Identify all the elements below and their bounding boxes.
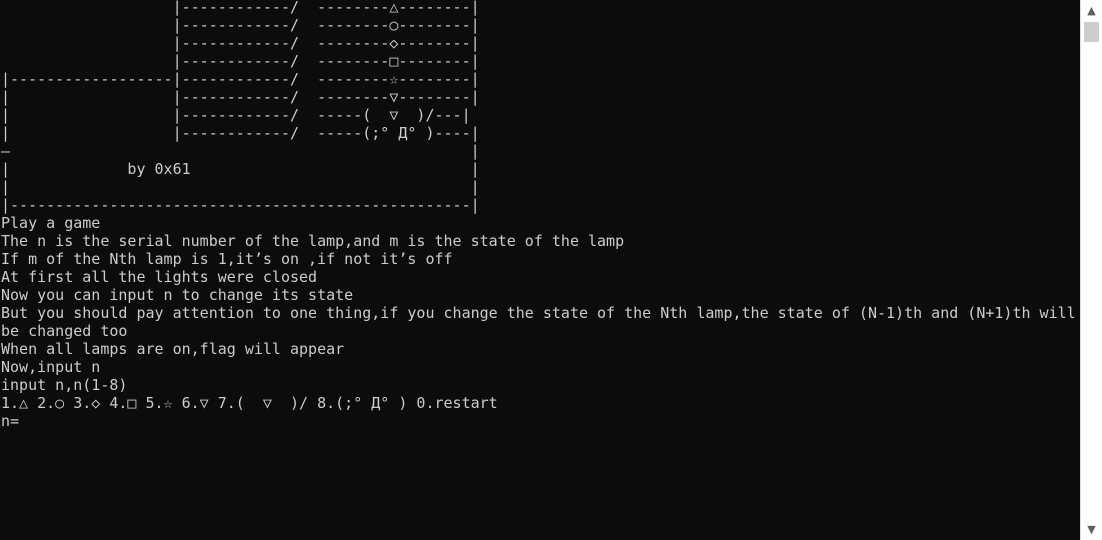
console-output: |------------/ --------△--------| |-----… xyxy=(0,0,1076,430)
console-window[interactable]: |------------/ --------△--------| |-----… xyxy=(0,0,1080,540)
ascii-art-line: | |------------/ -----(;° Д° )----| xyxy=(1,124,480,142)
ascii-art-line: |------------------|------------/ ------… xyxy=(1,70,480,88)
ascii-art-line: | | xyxy=(1,178,480,196)
ascii-art-line: — | xyxy=(1,142,480,160)
instruction-line: But you should pay attention to one thin… xyxy=(1,304,1076,322)
prompt-line: Now,input n xyxy=(1,358,101,376)
vertical-scrollbar[interactable]: ▲ ▼ xyxy=(1080,0,1102,540)
scroll-up-icon[interactable]: ▲ xyxy=(1081,2,1102,19)
game-title-line: Play a game xyxy=(1,214,101,232)
scroll-down-icon[interactable]: ▼ xyxy=(1081,521,1102,538)
instruction-line: When all lamps are on,flag will appear xyxy=(1,340,345,358)
instruction-line: If m of the Nth lamp is 1,it’s on ,if no… xyxy=(1,250,453,268)
author-credit-line: | by 0x61 | xyxy=(1,160,480,178)
input-prompt-line[interactable]: n= xyxy=(1,412,1076,430)
prompt-line: input n,n(1-8) xyxy=(1,376,128,394)
lamp-options-line: 1.△ 2.○ 3.◇ 4.□ 5.☆ 6.▽ 7.( ▽ )/ 8.(;° Д… xyxy=(1,394,498,412)
ascii-art-line: |------------/ --------◇--------| xyxy=(1,34,480,52)
scroll-thumb[interactable] xyxy=(1084,22,1099,42)
ascii-art-line: | |------------/ --------▽--------| xyxy=(1,88,480,106)
ascii-art-line: |---------------------------------------… xyxy=(1,196,480,214)
instruction-line: At first all the lights were closed xyxy=(1,268,318,286)
ascii-art-line: |------------/ --------○--------| xyxy=(1,16,480,34)
instruction-line: The n is the serial number of the lamp,a… xyxy=(1,232,625,250)
instruction-line: be changed too xyxy=(1,322,128,340)
instruction-line: Now you can input n to change its state xyxy=(1,286,354,304)
ascii-art-line: |------------/ --------□--------| xyxy=(1,52,480,70)
ascii-art-line: |------------/ --------△--------| xyxy=(1,0,480,16)
ascii-art-line: | |------------/ -----( ▽ )/---| xyxy=(1,106,471,124)
